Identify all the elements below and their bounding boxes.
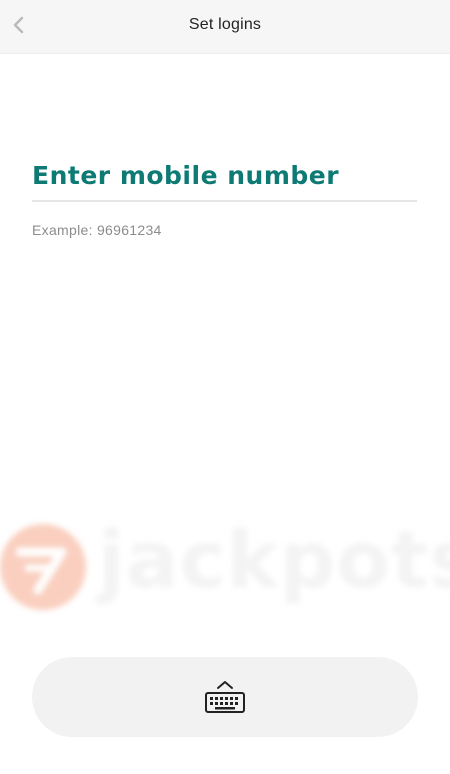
screen: Set logins Example: 96961234 jackpots xyxy=(0,0,450,774)
jackpots-watermark: jackpots xyxy=(0,516,450,620)
page-title: Set logins xyxy=(188,16,262,33)
jackpots-logo-icon xyxy=(0,524,86,610)
mobile-number-hint: Example: 96961234 xyxy=(32,222,162,238)
watermark-text: jackpots xyxy=(98,516,450,606)
show-keyboard-button[interactable] xyxy=(32,657,418,737)
mobile-number-input[interactable] xyxy=(32,150,417,202)
app-header: Set logins xyxy=(0,0,450,54)
keyboard-icon xyxy=(205,681,245,713)
